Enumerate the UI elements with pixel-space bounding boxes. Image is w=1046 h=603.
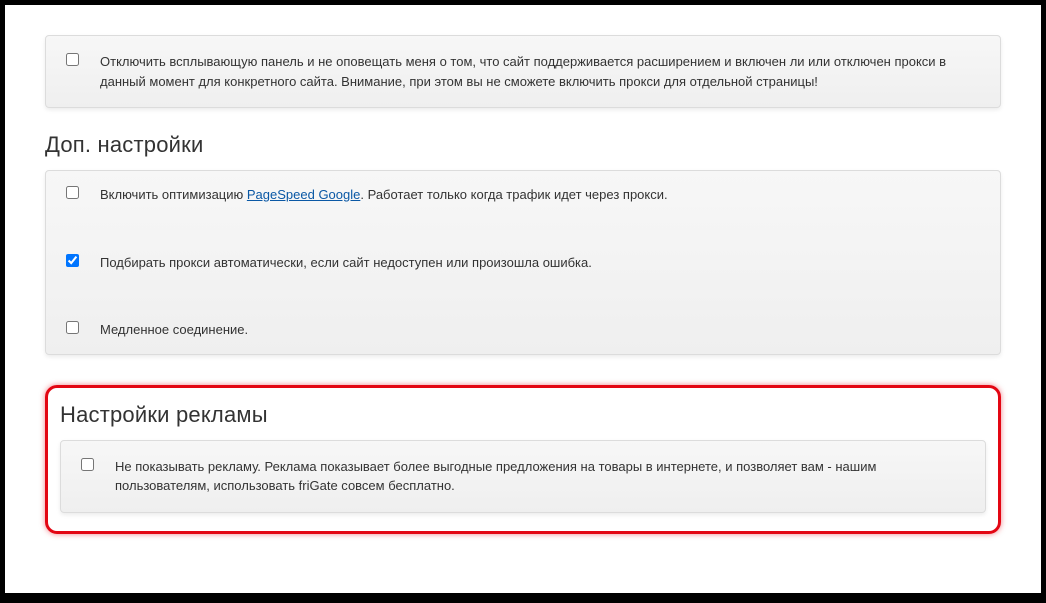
- label-text-before: Включить оптимизацию: [100, 187, 247, 202]
- setting-label: Отключить всплывающую панель и не оповещ…: [100, 52, 980, 91]
- setting-label: Подбирать прокси автоматически, если сай…: [100, 253, 980, 273]
- heading-additional-settings: Доп. настройки: [45, 132, 1001, 158]
- link-pagespeed-google[interactable]: PageSpeed Google: [247, 187, 360, 202]
- settings-page: Отключить всплывающую панель и не оповещ…: [5, 5, 1041, 593]
- ad-settings-panel: Не показывать рекламу. Реклама показывае…: [60, 440, 986, 513]
- checkbox-slow-connection[interactable]: [66, 321, 79, 334]
- setting-label: Медленное соединение.: [100, 320, 980, 340]
- label-text-after: . Работает только когда трафик идет чере…: [360, 187, 667, 202]
- setting-label: Не показывать рекламу. Реклама показывае…: [115, 457, 965, 496]
- popup-panel-settings: Отключить всплывающую панель и не оповещ…: [45, 35, 1001, 108]
- setting-row-auto-proxy: Подбирать прокси автоматически, если сай…: [46, 239, 1000, 287]
- setting-row-slow-connection: Медленное соединение.: [46, 306, 1000, 354]
- setting-row-hide-ads: Не показывать рекламу. Реклама показывае…: [61, 441, 985, 512]
- checkbox-disable-popup[interactable]: [66, 53, 79, 66]
- setting-row-pagespeed: Включить оптимизацию PageSpeed Google. Р…: [46, 171, 1000, 219]
- setting-label: Включить оптимизацию PageSpeed Google. Р…: [100, 185, 980, 205]
- heading-ad-settings: Настройки рекламы: [60, 402, 986, 428]
- ad-settings-highlight: Настройки рекламы Не показывать рекламу.…: [45, 385, 1001, 534]
- checkbox-hide-ads[interactable]: [81, 458, 94, 471]
- checkbox-auto-proxy[interactable]: [66, 254, 79, 267]
- checkbox-pagespeed[interactable]: [66, 186, 79, 199]
- setting-row-popup: Отключить всплывающую панель и не оповещ…: [46, 36, 1000, 107]
- additional-settings-panel: Включить оптимизацию PageSpeed Google. Р…: [45, 170, 1001, 355]
